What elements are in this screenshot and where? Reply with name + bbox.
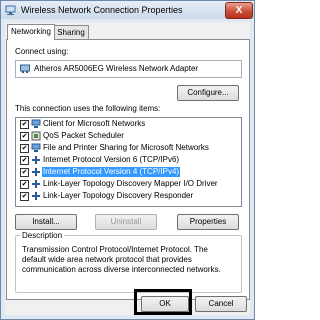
items-label: This connection uses the following items… xyxy=(15,104,161,113)
adapter-name: Atheros AR5006EG Wireless Network Adapte… xyxy=(34,64,199,73)
configure-button[interactable]: Configure... xyxy=(177,85,239,101)
adapter-field: Atheros AR5006EG Wireless Network Adapte… xyxy=(15,60,242,78)
item-checkbox[interactable]: ✔ xyxy=(20,144,29,153)
list-item[interactable]: ✔ Internet Protocol Version 6 (TCP/IPv6) xyxy=(18,155,239,166)
network-client-icon xyxy=(31,119,41,128)
tab-networking[interactable]: Networking xyxy=(7,24,55,40)
item-label: File and Printer Sharing for Microsoft N… xyxy=(43,143,209,152)
item-label: QoS Packet Scheduler xyxy=(43,131,124,140)
item-label: Link-Layer Topology Discovery Mapper I/O… xyxy=(43,179,218,188)
item-checkbox[interactable]: ✔ xyxy=(20,120,29,129)
connect-using-label: Connect using: xyxy=(15,47,69,56)
window-title: Wireless Network Connection Properties xyxy=(21,5,183,15)
uninstall-button[interactable]: Uninstall xyxy=(95,214,157,230)
properties-window: Wireless Network Connection Properties X… xyxy=(0,0,255,320)
description-title: Description xyxy=(20,231,65,240)
tab-networking-label: Networking xyxy=(10,27,51,36)
close-button[interactable]: X xyxy=(225,2,253,19)
title-bar[interactable]: Wireless Network Connection Properties X xyxy=(1,1,254,19)
networking-panel: Connect using: Atheros AR5006EG Wireless… xyxy=(6,39,250,300)
protocol-icon xyxy=(32,180,40,188)
item-checkbox[interactable]: ✔ xyxy=(20,180,29,189)
ok-highlight-box xyxy=(134,289,192,315)
network-client-icon xyxy=(31,143,41,152)
tab-sharing-label: Sharing xyxy=(57,28,85,37)
list-item[interactable]: ✔ Internet Protocol Version 4 (TCP/IPv4) xyxy=(18,167,239,178)
item-checkbox[interactable]: ✔ xyxy=(20,156,29,165)
description-group: Description Transmission Control Protoco… xyxy=(15,231,242,293)
items-list[interactable]: ✔ Client for Microsoft Networks ✔ QoS Pa… xyxy=(15,117,242,207)
item-label: Internet Protocol Version 4 (TCP/IPv4) xyxy=(42,167,181,177)
list-item[interactable]: ✔ File and Printer Sharing for Microsoft… xyxy=(18,143,239,154)
item-label: Internet Protocol Version 6 (TCP/IPv6) xyxy=(43,155,180,164)
network-connection-icon xyxy=(5,5,16,15)
item-checkbox[interactable]: ✔ xyxy=(20,192,29,201)
network-service-icon xyxy=(31,131,41,141)
list-item[interactable]: ✔ Link-Layer Topology Discovery Mapper I… xyxy=(18,179,239,190)
close-icon: X xyxy=(235,5,243,16)
cancel-button[interactable]: Cancel xyxy=(195,296,247,312)
item-checkbox[interactable]: ✔ xyxy=(20,132,29,141)
item-label: Client for Microsoft Networks xyxy=(43,119,146,128)
item-label: Link-Layer Topology Discovery Responder xyxy=(43,191,194,200)
protocol-icon xyxy=(32,168,40,176)
dialog-body: Networking Sharing Connect using: Athero… xyxy=(5,22,250,315)
list-item[interactable]: ✔ Client for Microsoft Networks xyxy=(18,119,239,130)
install-button[interactable]: Install... xyxy=(15,214,77,230)
description-text: Transmission Control Protocol/Internet P… xyxy=(22,245,221,274)
list-item[interactable]: ✔ QoS Packet Scheduler xyxy=(18,131,239,142)
item-checkbox[interactable]: ✔ xyxy=(20,168,29,177)
network-adapter-icon xyxy=(20,64,30,73)
properties-button[interactable]: Properties xyxy=(177,214,239,230)
list-item[interactable]: ✔ Link-Layer Topology Discovery Responde… xyxy=(18,191,239,202)
protocol-icon xyxy=(32,156,40,164)
protocol-icon xyxy=(32,192,40,200)
tab-sharing[interactable]: Sharing xyxy=(53,25,89,40)
